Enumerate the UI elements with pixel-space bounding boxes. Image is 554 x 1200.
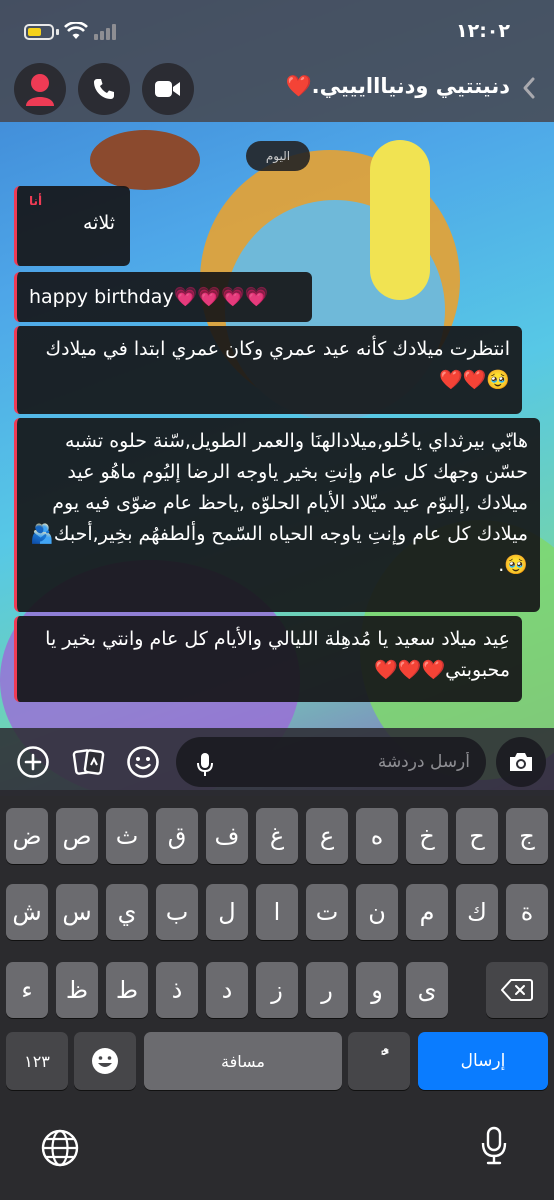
message-text: عِيد ميلاد سعيد يا مُدهِلة الليالي والأي… [45,628,510,681]
keyboard-key[interactable]: ط [106,962,148,1018]
globe-icon[interactable] [40,1128,80,1168]
video-camera-icon [155,81,180,97]
voice-call-button[interactable] [78,63,130,115]
dictation-mic-icon[interactable] [480,1126,508,1166]
add-attachment-icon[interactable] [16,745,50,779]
keyboard-key[interactable]: و [356,962,398,1018]
keyboard-key[interactable]: ث [106,808,148,864]
camera-icon [510,753,532,771]
keyboard-key[interactable]: ل [206,884,248,940]
delete-icon [501,979,533,1001]
camera-button[interactable] [496,737,546,787]
message-text: انتظرت ميلادك كأنه عيد عمري وكان عمري اب… [45,338,511,391]
message-bubble[interactable]: happy birthday💗💗💗💗 [14,272,312,322]
keyboard-key[interactable]: ح [456,808,498,864]
keyboard-key[interactable]: ج [506,808,548,864]
keyboard-key[interactable]: غ [256,808,298,864]
space-key[interactable]: مسافة [144,1032,342,1090]
message-bubble[interactable]: انتظرت ميلادك كأنه عيد عمري وكان عمري اب… [14,326,522,414]
status-time: ١٢:٠٢ [456,20,510,42]
sticker-smiley-icon[interactable] [126,745,160,779]
emoji-key[interactable] [74,1032,136,1090]
keyboard-key[interactable]: ذ [156,962,198,1018]
battery-cap [56,29,59,35]
keyboard-key[interactable]: ع [306,808,348,864]
chat-header: دنيتتيي ودنيااايييي.❤️ [0,60,554,122]
keyboard-key[interactable]: ش [6,884,48,940]
keyboard-key[interactable]: ص [56,808,98,864]
microphone-icon[interactable] [196,752,214,778]
date-separator: اليوم [246,141,310,171]
keyboard-key[interactable]: ق [156,808,198,864]
keyboard-key[interactable]: ز [256,962,298,1018]
back-chevron-icon[interactable] [522,76,536,100]
keyboard-key[interactable]: ى [406,962,448,1018]
status-bar: ١٢:٠٢ [0,0,554,60]
message-text: happy birthday💗💗💗💗 [29,286,269,308]
keyboard-key[interactable]: ب [156,884,198,940]
battery-icon [24,24,54,40]
wallpaper-shape [370,140,430,300]
keyboard-key[interactable]: ك [456,884,498,940]
avatar-icon [26,74,54,106]
keyboard-key[interactable]: ف [206,808,248,864]
wifi-icon [64,22,88,39]
backspace-key[interactable] [486,962,548,1018]
keyboard-key[interactable]: ر [306,962,348,1018]
memories-cards-icon[interactable] [72,745,106,779]
keyboard-key[interactable]: خ [406,808,448,864]
tanween-key[interactable]: ًٌ [348,1032,410,1090]
keyboard: ضصثقفغعهخحج شسيبلاتنمكة ءظطذدزروى ١٢٣ مس… [0,796,554,1200]
message-composer [0,728,554,796]
keyboard-key[interactable]: ة [506,884,548,940]
keyboard-key[interactable]: ا [256,884,298,940]
message-bubble[interactable]: عِيد ميلاد سعيد يا مُدهِلة الليالي والأي… [14,616,522,702]
chat-title[interactable]: دنيتتيي ودنيااايييي.❤️ [286,74,510,99]
video-call-button[interactable] [142,63,194,115]
wallpaper-shape [90,130,200,190]
avatar-button[interactable] [14,63,66,115]
keyboard-key[interactable]: س [56,884,98,940]
message-bubble[interactable]: هابّي بيرثداي ياحُلو,ميلادالهنَا والعمر … [14,418,540,612]
send-key[interactable]: إرسال [418,1032,548,1090]
message-bubble[interactable]: أنا ثلاثه [14,186,130,266]
sender-label: أنا [29,194,43,208]
emoji-icon [92,1048,118,1074]
keyboard-key[interactable]: ت [306,884,348,940]
chat-input[interactable] [176,737,486,787]
phone-icon [94,79,114,99]
keyboard-key[interactable]: د [206,962,248,1018]
keyboard-key[interactable]: ظ [56,962,98,1018]
signal-icon [94,24,116,40]
keyboard-key[interactable]: ء [6,962,48,1018]
keyboard-key[interactable]: ن [356,884,398,940]
keyboard-key[interactable]: ه [356,808,398,864]
message-text: ثلاثه [83,212,116,234]
keyboard-key[interactable]: ض [6,808,48,864]
keyboard-key[interactable]: م [406,884,448,940]
battery-level [28,28,41,36]
numbers-key[interactable]: ١٢٣ [6,1032,68,1090]
keyboard-key[interactable]: ي [106,884,148,940]
message-text: هابّي بيرثداي ياحُلو,ميلادالهنَا والعمر … [30,430,528,576]
